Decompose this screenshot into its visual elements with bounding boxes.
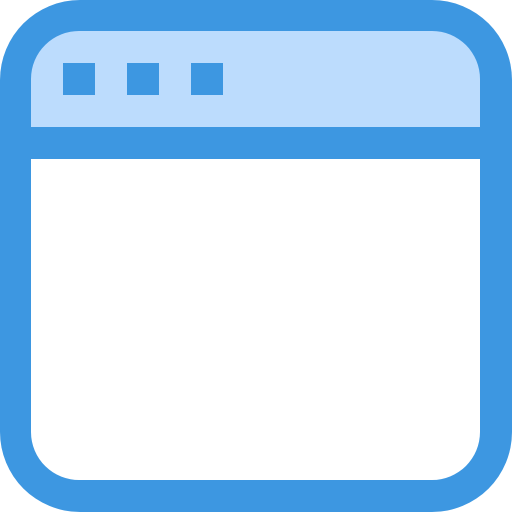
- browser-window-icon: [0, 0, 512, 512]
- window-body: [31, 159, 480, 481]
- icon-canvas: [0, 0, 512, 512]
- window-control-dot-2: [127, 63, 159, 95]
- title-bar: [30, 30, 480, 128]
- window-control-dot-3: [191, 63, 223, 95]
- window-control-dot-1: [63, 63, 95, 95]
